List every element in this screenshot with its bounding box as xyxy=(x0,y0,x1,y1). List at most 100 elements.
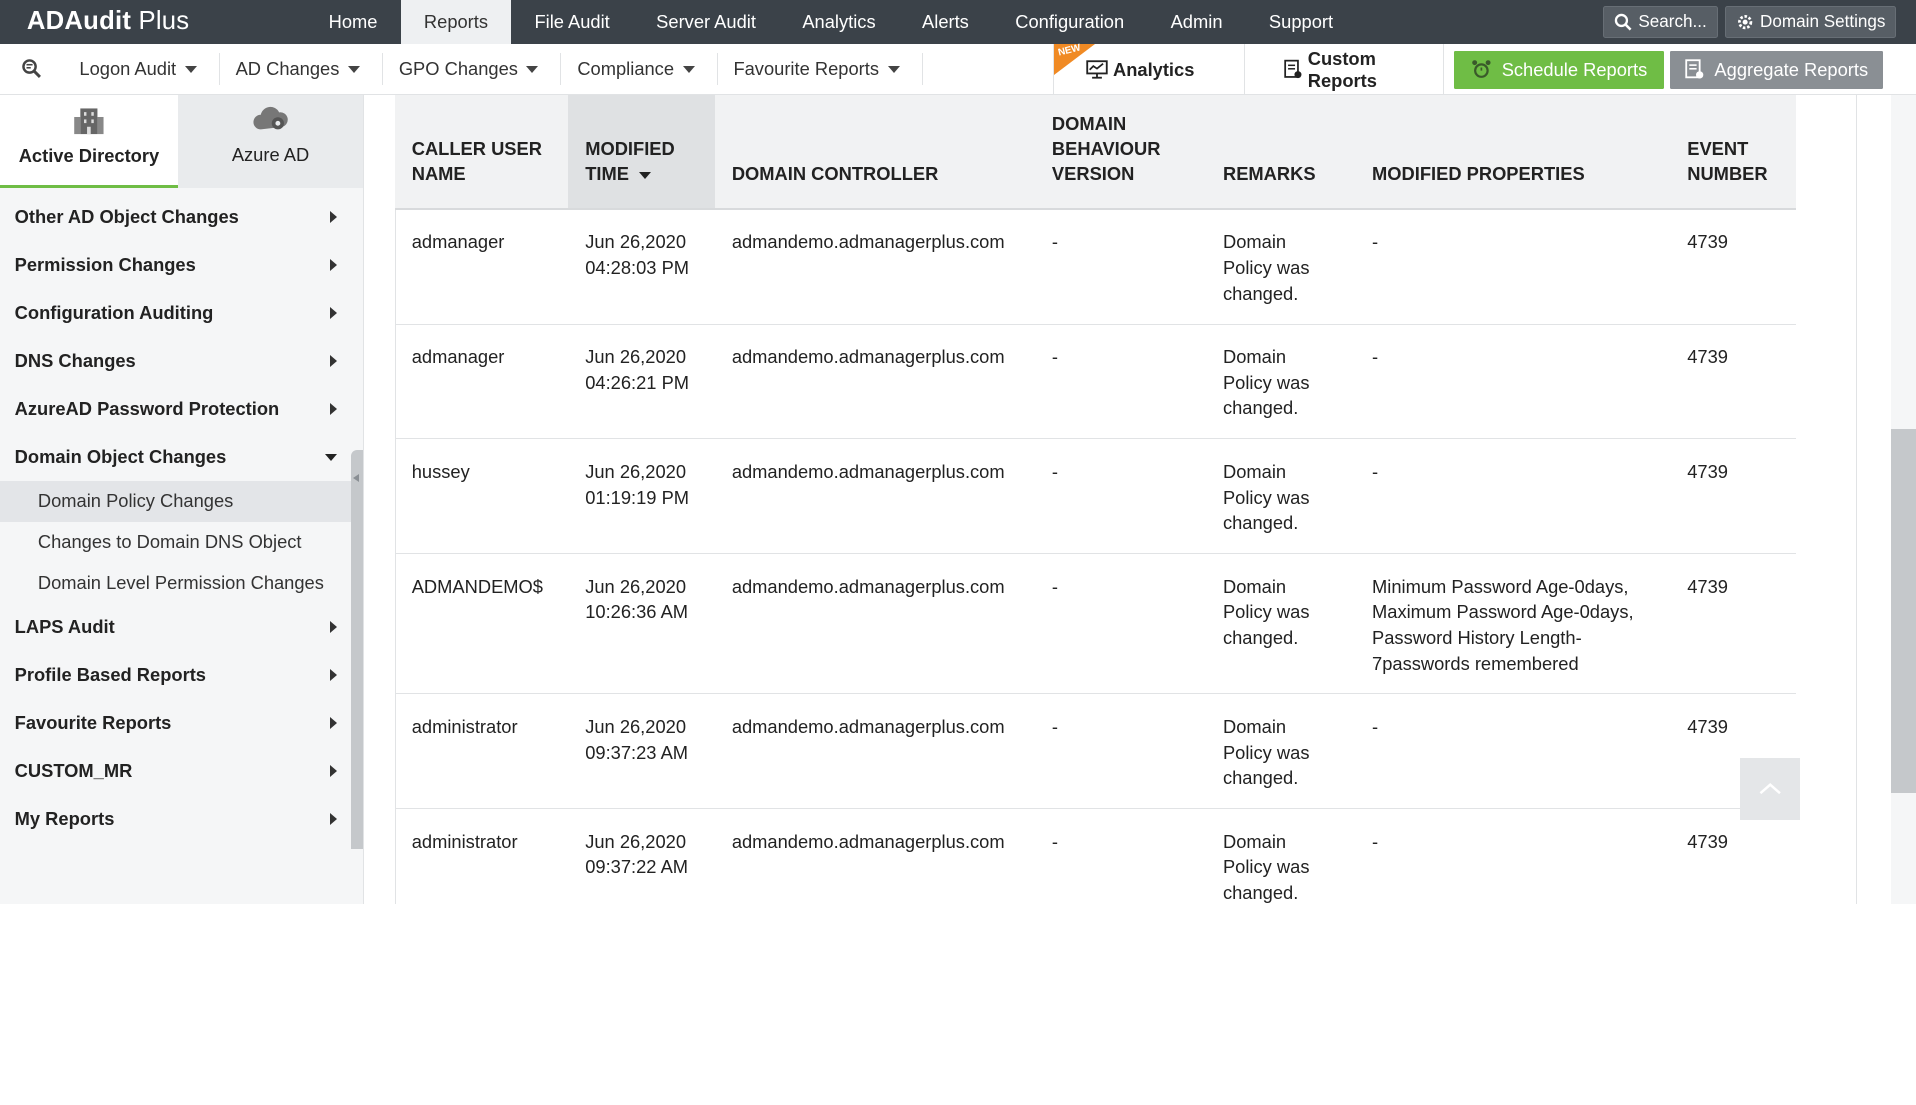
compliance-menu[interactable]: Compliance xyxy=(561,53,718,86)
tab-admin[interactable]: Admin xyxy=(1147,0,1245,44)
table-row[interactable]: admanager Jun 26,2020 04:26:21 PM admandemo… xyxy=(394,324,1797,440)
sidebar-group-domain-object-changes[interactable]: Domain Object Changes xyxy=(0,433,352,481)
ad-changes-menu[interactable]: AD Changes xyxy=(220,53,383,86)
column-header-text: TIME xyxy=(585,162,629,184)
cell-remarks: Domain Policy was changed. xyxy=(1205,808,1355,905)
table-row[interactable]: administrator Jun 26,2020 09:37:23 AM adman… xyxy=(394,693,1797,810)
cell-caller-user-name: administrator xyxy=(394,808,569,905)
sidebar-group-label: My Reports xyxy=(14,808,115,830)
cell-modified-time: Jun 26,2020 04:26:21 PM xyxy=(568,324,715,440)
caret-right-icon xyxy=(330,403,337,416)
search-label: Search... xyxy=(1638,11,1707,31)
aggregate-reports-button[interactable]: Aggregate Reports xyxy=(1670,50,1883,89)
cell-event-number: 4739 xyxy=(1670,324,1797,440)
sidebar-group-label: DNS Changes xyxy=(14,350,136,372)
column-header-domain-behaviour-version[interactable]: DOMAIN BEHAVIOUR VERSION xyxy=(1034,95,1206,210)
table-row[interactable]: hussey Jun 26,2020 01:19:19 PM admandemo.ad… xyxy=(394,438,1797,554)
tab-alerts[interactable]: Alerts xyxy=(899,0,992,44)
column-header-text: MODIFIED PROPERTIES xyxy=(1372,162,1585,184)
logon-audit-menu[interactable]: Logon Audit xyxy=(64,53,220,86)
page-scrollbar-thumb[interactable] xyxy=(1891,428,1916,793)
remarks-line: Domain xyxy=(1222,231,1287,253)
caret-right-icon xyxy=(330,813,337,826)
column-header-caller-user-name[interactable]: CALLER USER NAME xyxy=(394,95,569,210)
cell-domain-controller: admandemo.admanagerplus.com xyxy=(714,208,1035,325)
modified-clock: 09:37:23 AM xyxy=(585,741,689,763)
remarks-line: changed. xyxy=(1222,767,1299,789)
cell-domain-controller: admandemo.admanagerplus.com xyxy=(714,438,1035,554)
caret-right-icon xyxy=(330,669,337,682)
sidebar-group-configuration-auditing[interactable]: Configuration Auditing xyxy=(0,289,352,337)
global-search-button[interactable]: Search... xyxy=(1603,5,1718,39)
table-row[interactable]: administrator Jun 26,2020 09:37:22 AM adman… xyxy=(394,808,1797,905)
custom-report-icon xyxy=(1284,60,1302,79)
sidebar-group-laps-audit[interactable]: LAPS Audit xyxy=(0,603,352,651)
column-header-event-number[interactable]: EVENT NUMBER xyxy=(1670,95,1797,210)
table-row[interactable]: admanager Jun 26,2020 04:28:03 PM admandemo… xyxy=(394,208,1797,325)
back-to-top-button[interactable] xyxy=(1739,757,1800,820)
sort-descending-icon[interactable] xyxy=(638,171,651,179)
column-header-modified-time[interactable]: MODIFIED TIME xyxy=(568,95,715,210)
app-logo[interactable]: ADAudit Plus xyxy=(0,7,305,36)
remarks-line: Policy was xyxy=(1222,741,1310,763)
cell-domain-behaviour-version: - xyxy=(1034,324,1206,440)
cell-modified-properties: - xyxy=(1354,693,1671,810)
custom-reports-link[interactable]: Custom Reports xyxy=(1245,43,1445,96)
sidebar-group-other-ad-object-changes[interactable]: Other AD Object Changes xyxy=(0,193,352,241)
sidebar-item-changes-to-domain-dns-object[interactable]: Changes to Domain DNS Object xyxy=(0,522,352,563)
column-header-text: EVENT xyxy=(1687,137,1749,159)
cell-caller-user-name: admanager xyxy=(394,324,569,440)
gpo-changes-menu[interactable]: GPO Changes xyxy=(383,53,562,86)
tab-reports[interactable]: Reports xyxy=(400,0,512,44)
sidebar-group-dns-changes[interactable]: DNS Changes xyxy=(0,337,352,385)
sidebar-item-domain-level-permission-changes[interactable]: Domain Level Permission Changes xyxy=(0,562,352,603)
custom-reports-label: Custom Reports xyxy=(1307,47,1377,91)
sidebar-group-label: Configuration Auditing xyxy=(14,302,214,324)
favourite-reports-menu[interactable]: Favourite Reports xyxy=(718,53,923,86)
cell-domain-controller: admandemo.admanagerplus.com xyxy=(714,553,1035,695)
report-actions: NEW Analytics Custom Reports Schedule Re… xyxy=(1053,43,1915,96)
column-header-text: NUMBER xyxy=(1687,162,1768,184)
column-header-domain-controller[interactable]: DOMAIN CONTROLLER xyxy=(714,95,1035,210)
sidebar-group-custom-mr[interactable]: CUSTOM_MR xyxy=(0,747,352,795)
column-header-remarks[interactable]: REMARKS xyxy=(1205,95,1355,210)
sidebar-group-my-reports[interactable]: My Reports xyxy=(0,795,352,843)
caret-right-icon xyxy=(330,307,337,320)
sidebar-group-azuread-password-protection[interactable]: AzureAD Password Protection xyxy=(0,385,352,433)
sidebar-item-domain-policy-changes[interactable]: Domain Policy Changes xyxy=(0,481,352,522)
tab-support[interactable]: Support xyxy=(1246,0,1357,44)
analytics-link[interactable]: NEW Analytics xyxy=(1053,43,1246,96)
cell-domain-behaviour-version: - xyxy=(1034,693,1206,810)
sidebar-group-profile-based-reports[interactable]: Profile Based Reports xyxy=(0,651,352,699)
domain-settings-button[interactable]: Domain Settings xyxy=(1724,5,1897,39)
remarks-line: changed. xyxy=(1222,626,1299,648)
caret-down-icon xyxy=(347,65,360,73)
aggregate-report-icon xyxy=(1685,59,1704,79)
tab-configuration[interactable]: Configuration xyxy=(992,0,1147,44)
tab-server-audit[interactable]: Server Audit xyxy=(633,0,779,44)
report-search-button[interactable] xyxy=(0,43,64,94)
tab-analytics[interactable]: Analytics xyxy=(779,0,899,44)
caret-right-icon xyxy=(330,765,337,778)
remarks-line: Domain xyxy=(1222,575,1287,597)
tab-azure-ad[interactable]: Azure AD xyxy=(177,95,364,189)
column-header-modified-properties[interactable]: MODIFIED PROPERTIES xyxy=(1354,95,1671,210)
tab-azure-ad-label: Azure AD xyxy=(231,144,310,166)
sidebar-collapse-handle[interactable] xyxy=(350,449,363,850)
tab-active-directory[interactable]: Active Directory xyxy=(0,95,178,189)
remarks-line: Policy was xyxy=(1222,371,1310,393)
tab-home[interactable]: Home xyxy=(305,0,400,44)
table-row[interactable]: ADMANDEMO$ Jun 26,2020 10:26:36 AM admandem… xyxy=(394,553,1797,695)
directory-tabs: Active Directory Azure AD xyxy=(0,95,364,189)
cell-domain-behaviour-version: - xyxy=(1034,808,1206,905)
sidebar-group-favourite-reports[interactable]: Favourite Reports xyxy=(0,699,352,747)
caret-right-icon xyxy=(330,717,337,730)
cell-modified-properties: - xyxy=(1354,208,1671,325)
building-icon xyxy=(74,108,104,134)
caret-down-icon xyxy=(184,65,197,73)
schedule-reports-button[interactable]: Schedule Reports xyxy=(1454,50,1665,89)
property-line: - xyxy=(1372,346,1379,368)
tab-file-audit[interactable]: File Audit xyxy=(511,0,633,44)
remarks-line: Domain xyxy=(1222,716,1287,738)
sidebar-group-permission-changes[interactable]: Permission Changes xyxy=(0,241,352,289)
